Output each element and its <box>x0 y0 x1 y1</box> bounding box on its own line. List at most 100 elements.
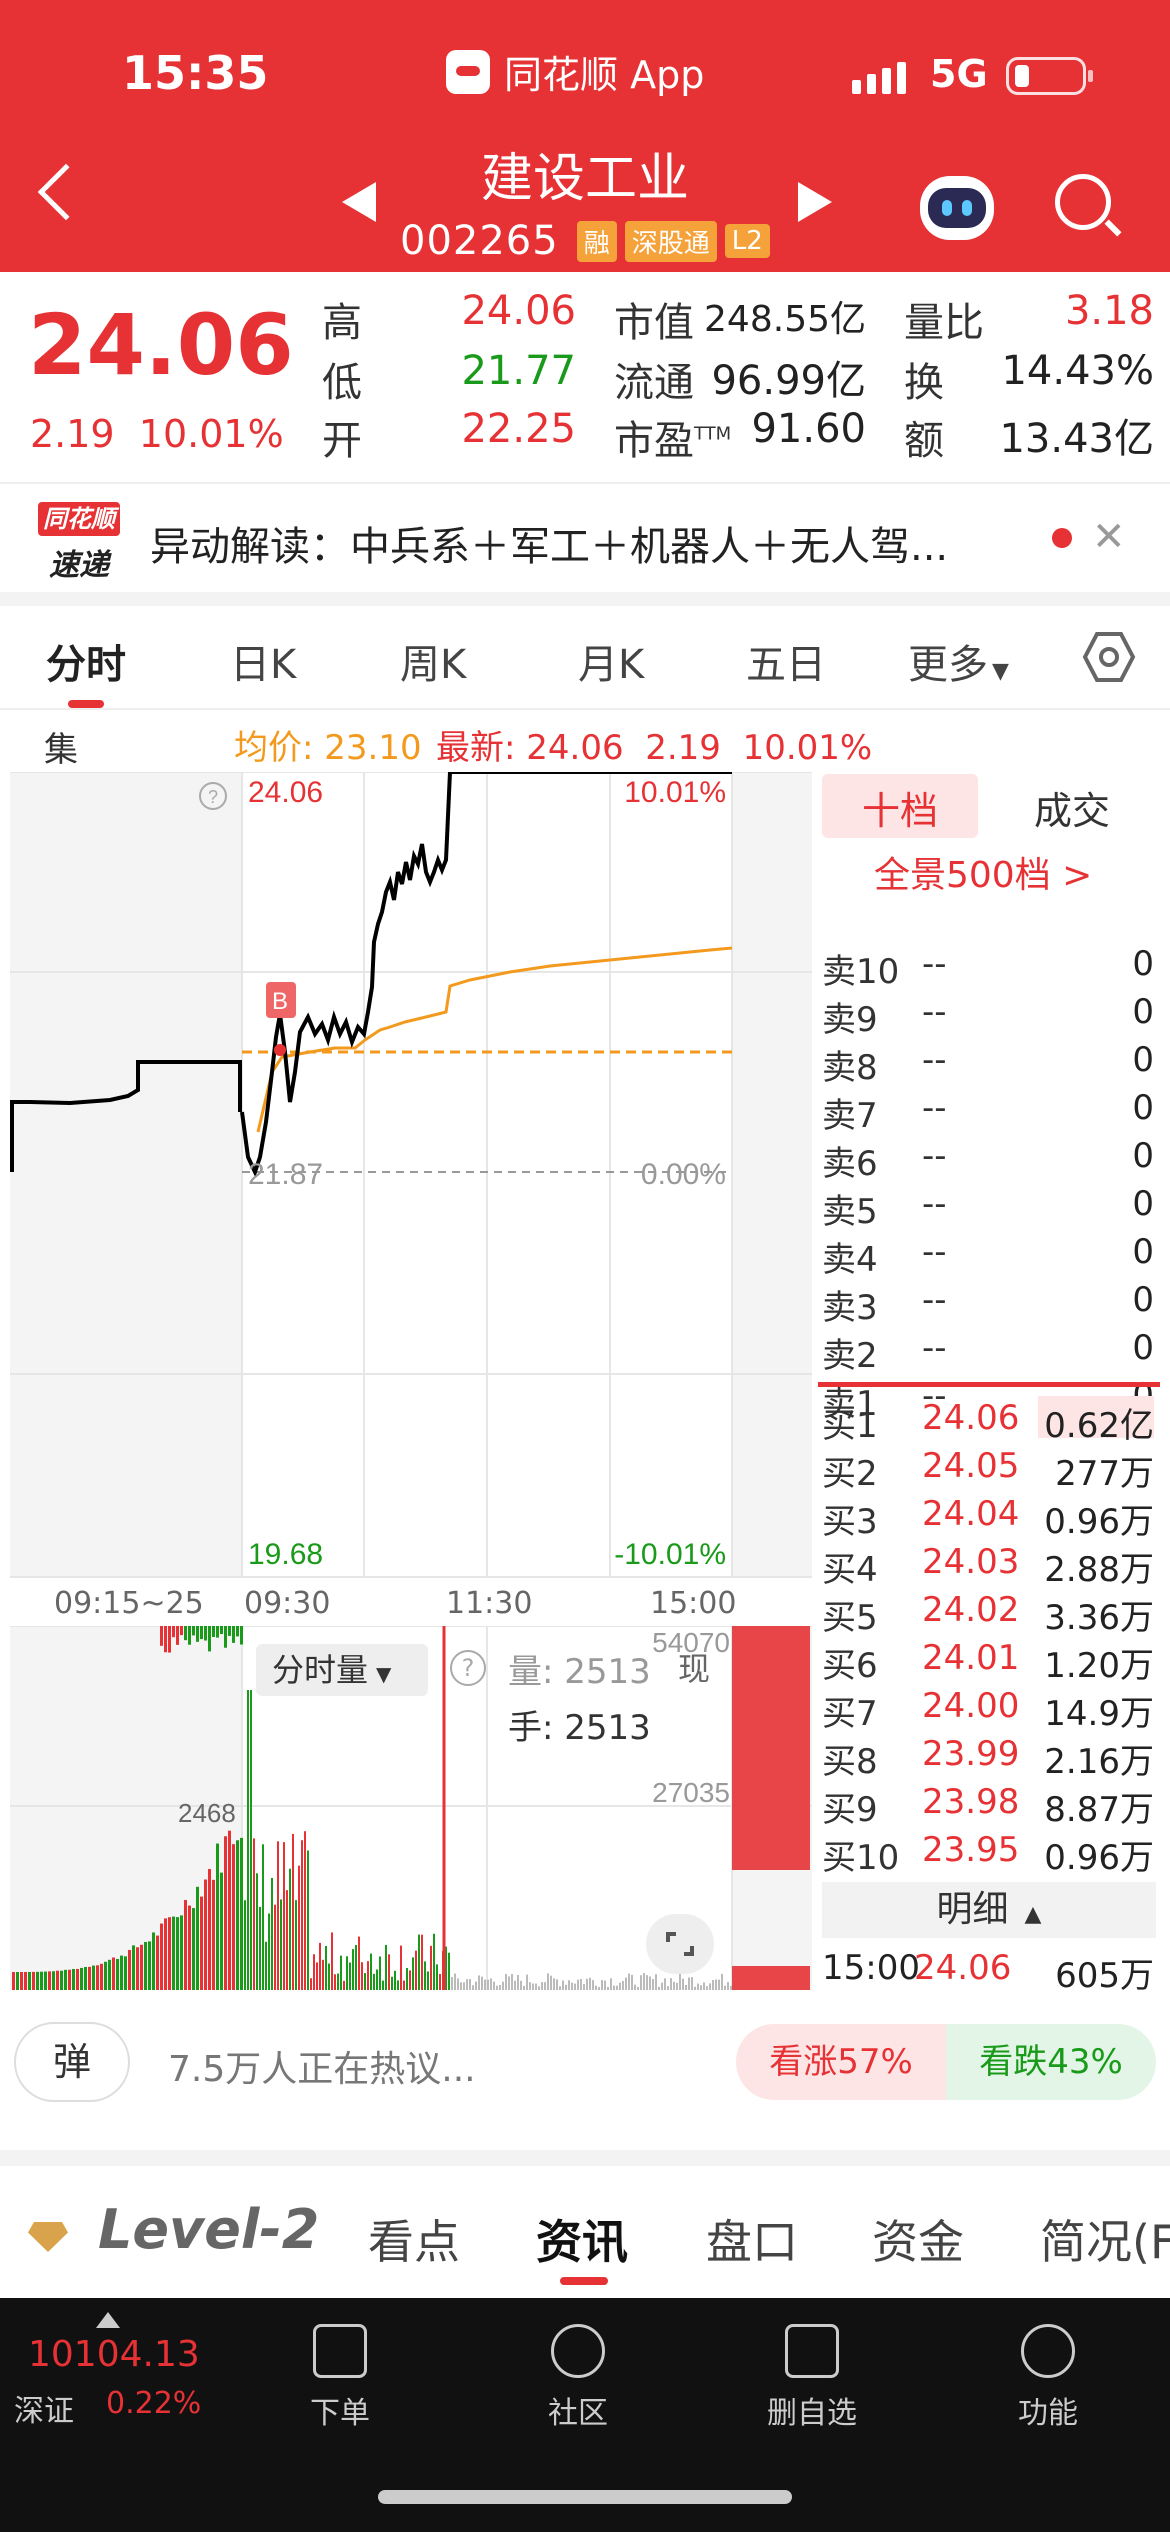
volume-bar <box>168 1917 171 1990</box>
last-price: 24.06 <box>28 296 294 394</box>
volume-bar <box>691 1977 693 1990</box>
volume-type-label: 分时量 <box>272 1651 369 1689</box>
volume-bar <box>216 1626 219 1638</box>
tab-monthly-k[interactable]: 月K <box>578 632 644 690</box>
community-button[interactable]: 社区 <box>508 2316 648 2432</box>
volume-bar <box>547 1973 549 1990</box>
ask-row: 卖4 -- 0 <box>818 1232 1160 1280</box>
tab-funds[interactable]: 资金 <box>872 2206 964 2272</box>
tab-five-day[interactable]: 五日 <box>746 632 826 690</box>
volume-bar <box>232 1626 235 1643</box>
tab-intraday[interactable]: 分时 <box>46 632 126 690</box>
news-bar[interactable]: 同花顺 速递 异动解读：中兵系＋军工＋机器人＋无人驾... ✕ <box>0 482 1170 592</box>
help-icon[interactable]: ? <box>450 1650 486 1686</box>
hand-text: 手: 2513 <box>508 1708 651 1748</box>
bull-button[interactable]: 看涨57% <box>736 2024 946 2100</box>
tab-highlights[interactable]: 看点 <box>368 2206 460 2272</box>
menu-icon <box>1021 2324 1075 2378</box>
tab-profile[interactable]: 简况(F <box>1040 2206 1170 2272</box>
volume-bar <box>228 1830 231 1990</box>
bid-volume: 8.87万 <box>1044 1790 1154 1830</box>
buy-marker: B <box>272 988 288 1015</box>
bid-price: 23.98 <box>922 1782 1020 1822</box>
volume-bar <box>625 1977 627 1990</box>
volume-bar <box>475 1981 477 1990</box>
volume-bar <box>152 1932 155 1990</box>
community-label: 社区 <box>548 2396 608 2431</box>
volume-bar <box>604 1980 606 1990</box>
ask-row: 卖6 -- 0 <box>818 1136 1160 1184</box>
tag-margin: 融 <box>576 220 617 262</box>
volume-bar <box>304 1831 306 1990</box>
ask-volume: 0 <box>1132 992 1154 1032</box>
tab-level2[interactable]: Level-2 <box>98 2198 319 2261</box>
pct-label-bottom: -10.01% <box>614 1538 726 1571</box>
stock-code: 002265 <box>400 218 559 264</box>
index-change: 0.22% <box>106 2386 202 2421</box>
ask-volume: 0 <box>1132 1280 1154 1320</box>
robot-assistant-icon[interactable] <box>920 176 994 240</box>
volume-bar <box>502 1981 504 1990</box>
volume-bar <box>400 1945 402 1990</box>
volume-bar <box>388 1954 390 1990</box>
settings-icon[interactable] <box>1082 630 1136 688</box>
volume-bar <box>493 1981 495 1990</box>
intraday-chart[interactable]: ? B 24.06 21.87 19.68 10.01% 0.00% -10.0… <box>10 770 812 1578</box>
tag-connect: 深股通 <box>624 220 717 262</box>
detail-label: 明细 <box>936 1889 1009 1930</box>
depth-500-link[interactable]: 全景500档 > <box>874 846 1092 898</box>
volume-bar <box>418 1934 420 1990</box>
function-button[interactable]: 功能 <box>978 2316 1118 2432</box>
volume-bar <box>271 1877 273 1990</box>
function-label: 功能 <box>1018 2396 1078 2431</box>
ask-price: -- <box>922 992 947 1032</box>
tab-more[interactable]: 更多 ▼ <box>908 632 1009 690</box>
tab-news[interactable]: 资讯 <box>536 2206 628 2272</box>
home-indicator[interactable] <box>378 2490 792 2504</box>
prev-stock-icon[interactable] <box>342 182 376 222</box>
volume-bar <box>412 1957 414 1990</box>
stock-code-line: 002265 融 深股通 L2 <box>400 218 770 264</box>
volume-bar <box>32 1971 35 1990</box>
volume-bar <box>160 1923 163 1990</box>
volume-type-select[interactable]: 分时量 ▼ <box>256 1644 428 1696</box>
volume-bar <box>520 1980 522 1990</box>
volume-bar <box>430 1945 432 1990</box>
tab-ten-level[interactable]: 十档 <box>862 780 938 835</box>
tab-weekly-k[interactable]: 周K <box>400 632 466 690</box>
volume-bar <box>289 1868 291 1990</box>
last-trade-price: 24.06 <box>914 1948 1012 1988</box>
volume-bar <box>628 1973 630 1990</box>
volume-bar <box>48 1971 51 1990</box>
remove-watchlist-button[interactable]: 删自选 <box>742 2316 882 2432</box>
danmu-toggle[interactable]: 弹 <box>14 2022 130 2102</box>
news-text[interactable]: 异动解读：中兵系＋军工＋机器人＋无人驾... <box>150 514 948 572</box>
low-value: 21.77 <box>461 348 576 394</box>
tab-trades[interactable]: 成交 <box>1034 780 1110 835</box>
volume-bar <box>376 1969 378 1990</box>
status-time: 15:35 <box>122 46 269 100</box>
close-icon[interactable]: ✕ <box>1092 514 1126 560</box>
volume-bar <box>403 1980 405 1990</box>
volume-bar <box>24 1971 27 1990</box>
bear-button[interactable]: 看跌43% <box>946 2024 1156 2100</box>
volume-bar <box>52 1971 55 1990</box>
expand-up-icon[interactable] <box>96 2312 120 2328</box>
price-change: 2.19 10.01% <box>30 412 284 456</box>
volume-bar <box>184 1900 187 1990</box>
ask-label: 卖10 <box>822 952 900 992</box>
fullscreen-icon[interactable] <box>646 1914 714 1974</box>
tab-daily-k[interactable]: 日K <box>230 632 296 690</box>
detail-toggle[interactable]: 明细 ▲ <box>822 1882 1156 1938</box>
ask-volume: 0 <box>1132 1328 1154 1368</box>
order-button[interactable]: 下单 <box>270 2316 410 2432</box>
volume-bar <box>562 1980 564 1990</box>
next-stock-icon[interactable] <box>798 182 832 222</box>
hot-discussion[interactable]: 7.5万人正在热议... <box>168 2040 476 2092</box>
avg-price-label: 均价: 23.10 <box>234 728 422 768</box>
volume-bar <box>136 1947 139 1990</box>
index-value[interactable]: 10104.13 <box>28 2334 200 2375</box>
tab-orderbook[interactable]: 盘口 <box>706 2206 798 2272</box>
search-icon[interactable] <box>1055 174 1111 230</box>
ask-price: -- <box>922 1088 947 1128</box>
